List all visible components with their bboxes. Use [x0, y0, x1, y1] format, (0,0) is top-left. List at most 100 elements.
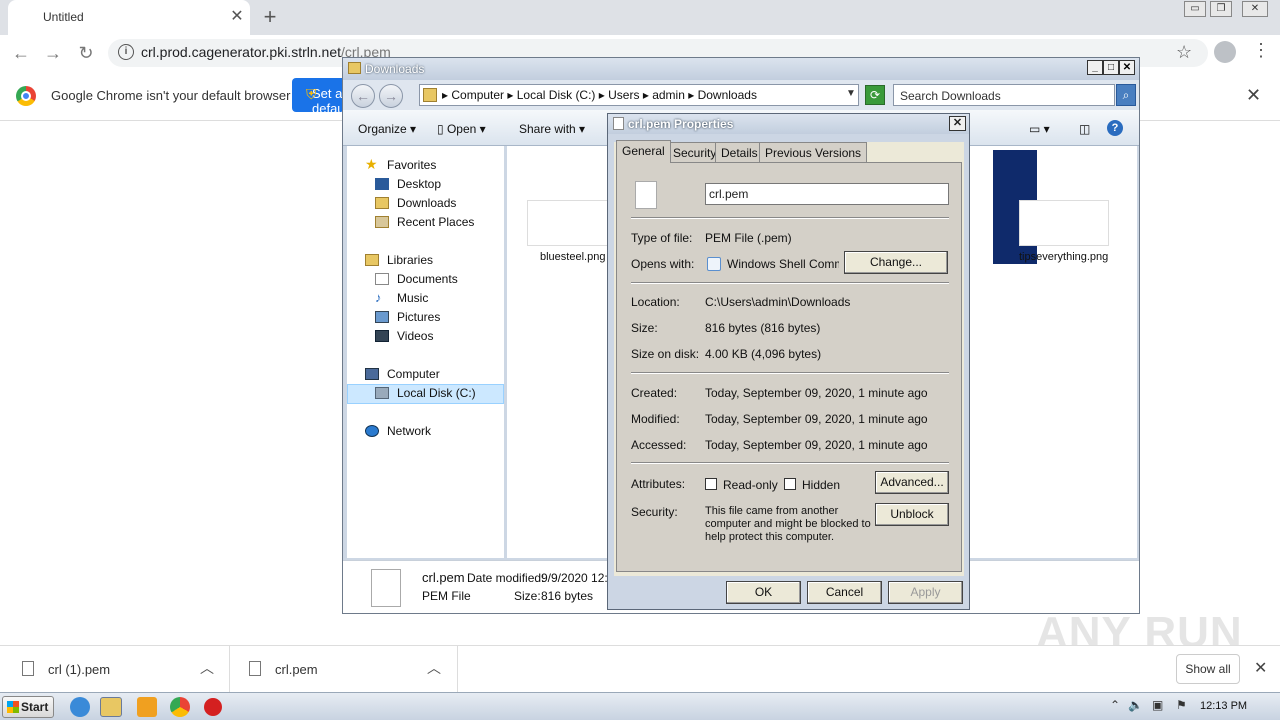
taskbar-clock[interactable]: 12:13 PM [1200, 700, 1247, 712]
tab-details[interactable]: Details [715, 142, 764, 162]
tab-general[interactable]: General [616, 140, 671, 163]
file-icon [635, 181, 657, 209]
unblock-button[interactable]: Unblock [875, 503, 949, 526]
hidden-checkbox[interactable] [784, 478, 796, 490]
file-name-tipseverything[interactable]: tipseverything.png [1019, 251, 1108, 263]
filename-field[interactable]: crl.pem [705, 183, 949, 205]
crumb-admin[interactable]: admin [652, 88, 685, 102]
advanced-button[interactable]: Advanced... [875, 471, 949, 494]
download-item[interactable]: crl.pem ︿ [230, 646, 458, 692]
antivirus-icon[interactable] [204, 698, 222, 716]
forward-icon[interactable]: → [40, 40, 66, 66]
back-icon[interactable]: ← [8, 40, 34, 66]
crumb-users[interactable]: Users [608, 88, 639, 102]
chevron-down-icon[interactable]: ▼ [846, 88, 856, 99]
explorer-title-bar[interactable]: Downloads _ □ ✕ [343, 58, 1139, 80]
explorer-back-icon[interactable]: ← [351, 84, 375, 108]
tab-close-icon[interactable]: ✕ [226, 6, 248, 28]
organize-button[interactable]: Organize ▾ [358, 122, 416, 136]
dialog-title: crl.pem Properties [628, 117, 734, 131]
nav-local-disk[interactable]: Local Disk (C:) [375, 386, 476, 400]
explorer-maximize-icon[interactable]: □ [1103, 60, 1119, 75]
download-item-name: crl.pem [275, 662, 318, 677]
nav-libraries[interactable]: Libraries [365, 253, 433, 267]
readonly-checkbox[interactable] [705, 478, 717, 490]
info-icon[interactable]: i [118, 44, 134, 60]
divider [631, 217, 949, 219]
nav-music[interactable]: ♪ Music [375, 290, 428, 305]
share-with-button[interactable]: Share with ▾ [519, 122, 585, 136]
chrome-taskbar-icon[interactable] [170, 697, 190, 717]
action-center-flag-icon[interactable]: ⚑ [1176, 698, 1187, 712]
minimize-icon[interactable]: ▭ [1184, 1, 1206, 17]
nav-label: Libraries [387, 253, 434, 267]
download-item[interactable]: crl (1).pem ︿ [0, 646, 230, 692]
readonly-label: Read-only [723, 478, 778, 492]
preview-pane-icon[interactable]: ◫ [1079, 122, 1090, 136]
nav-label: Network [387, 424, 432, 438]
help-icon[interactable]: ? [1107, 120, 1123, 136]
new-tab-icon[interactable]: + [258, 4, 282, 30]
downloads-bar-close-icon[interactable]: ✕ [1254, 658, 1267, 678]
explorer-minimize-icon[interactable]: _ [1087, 60, 1103, 75]
explorer-address-bar[interactable]: ▸ Computer ▸ Local Disk (C:) ▸ Users ▸ a… [419, 84, 859, 106]
search-icon[interactable]: ⌕ [1116, 84, 1136, 106]
internet-explorer-icon[interactable] [70, 697, 90, 717]
chevron-up-icon[interactable]: ︿ [200, 658, 214, 678]
details-size-value: 816 bytes [541, 589, 594, 603]
cancel-button[interactable]: Cancel [807, 581, 882, 604]
nav-computer[interactable]: Computer [365, 367, 440, 381]
dialog-title-bar[interactable]: crl.pem Properties ✕ [608, 114, 969, 134]
recent-places-icon [375, 216, 389, 228]
window-close-icon[interactable]: ✕ [1242, 1, 1268, 17]
chrome-menu-icon[interactable]: ⋮ [1252, 40, 1270, 61]
nav-label: Downloads [397, 196, 457, 210]
explorer-nav-bar: ← → ▸ Computer ▸ Local Disk (C:) ▸ Users… [343, 80, 1139, 110]
nav-documents[interactable]: Documents [375, 272, 458, 286]
nav-recent-places[interactable]: Recent Places [375, 215, 474, 229]
crumb-computer[interactable]: Computer [451, 88, 504, 102]
browser-tab[interactable]: Untitled ✕ [8, 0, 250, 35]
nav-desktop[interactable]: Desktop [375, 177, 441, 191]
reload-icon[interactable]: ↻ [73, 40, 99, 66]
apply-button[interactable]: Apply [888, 581, 963, 604]
network-tray-icon[interactable]: ▣ [1152, 698, 1163, 712]
windows-logo-icon [7, 701, 19, 713]
nav-label: Favorites [387, 158, 437, 172]
refresh-icon[interactable]: ⟳ [865, 85, 885, 105]
infobar-close-icon[interactable]: ✕ [1246, 85, 1261, 106]
start-button[interactable]: Start [2, 696, 54, 718]
volume-icon[interactable]: 🔈 [1128, 698, 1143, 712]
explorer-taskbar-icon[interactable] [100, 697, 122, 717]
crumb-local-disk[interactable]: Local Disk (C:) [517, 88, 596, 102]
chevron-up-icon[interactable]: ︿ [427, 658, 441, 678]
crumb-downloads[interactable]: Downloads [698, 88, 757, 102]
restore-icon[interactable]: ❐ [1210, 1, 1232, 17]
file-thumbnail-tipseverything[interactable] [1019, 200, 1109, 246]
nav-network[interactable]: Network [365, 424, 431, 438]
explorer-close-icon[interactable]: ✕ [1119, 60, 1135, 75]
search-input[interactable]: Search Downloads [893, 84, 1115, 106]
file-thumbnail-bluesteel[interactable] [527, 200, 609, 246]
media-player-icon[interactable] [137, 697, 157, 717]
open-button[interactable]: ▯ Open ▾ [437, 122, 486, 136]
dialog-close-icon[interactable]: ✕ [949, 116, 966, 131]
nav-favorites[interactable]: ★ Favorites [365, 156, 437, 172]
view-options-icon[interactable]: ▭ ▾ [1029, 122, 1050, 136]
tab-previous-versions[interactable]: Previous Versions [759, 142, 868, 162]
show-all-button[interactable]: Show all [1176, 654, 1240, 684]
size-on-disk-label: Size on disk: [631, 347, 700, 361]
ok-button[interactable]: OK [726, 581, 801, 604]
file-name-bluesteel[interactable]: bluesteel.png [540, 251, 605, 263]
nav-videos[interactable]: Videos [375, 329, 433, 343]
bookmark-star-icon[interactable]: ☆ [1176, 42, 1192, 63]
explorer-forward-icon[interactable]: → [379, 84, 403, 108]
nav-label: Videos [397, 329, 434, 343]
tray-expand-icon[interactable]: ⌃ [1110, 698, 1120, 712]
nav-pictures[interactable]: Pictures [375, 310, 440, 324]
created-value: Today, September 09, 2020, 1 minute ago [705, 386, 928, 400]
nav-downloads[interactable]: Downloads [375, 196, 456, 210]
change-button[interactable]: Change... [844, 251, 948, 274]
accessed-value: Today, September 09, 2020, 1 minute ago [705, 438, 928, 452]
profile-avatar-icon[interactable] [1214, 41, 1236, 63]
